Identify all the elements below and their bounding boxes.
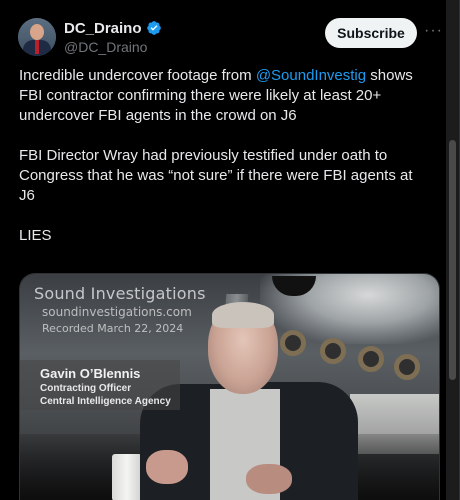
scrollbar-thumb[interactable] bbox=[449, 140, 456, 380]
tweet-paragraph-1: Incredible undercover footage from @Soun… bbox=[19, 66, 429, 126]
watermark-url: soundinvestigations.com bbox=[42, 305, 192, 319]
author-display-name[interactable]: DC_Draino bbox=[64, 20, 142, 37]
wall-decor-ring bbox=[358, 346, 384, 372]
subject-name: Gavin O’Blennis bbox=[40, 366, 141, 381]
wall-decor-ring bbox=[280, 330, 306, 356]
subscribe-button[interactable]: Subscribe bbox=[325, 18, 417, 48]
mention-link[interactable]: @SoundInvestig bbox=[256, 67, 366, 84]
avatar-tie bbox=[35, 40, 39, 54]
wall-decor-ring bbox=[394, 354, 420, 380]
watermark-title: Sound Investigations bbox=[34, 284, 206, 303]
author-handle[interactable]: @DC_Draino bbox=[64, 39, 147, 55]
cup bbox=[112, 454, 142, 500]
person-hair bbox=[212, 302, 274, 328]
verified-badge-icon bbox=[146, 20, 162, 36]
person-hand-left bbox=[146, 450, 188, 484]
tweet-header: DC_Draino @DC_Draino Subscribe ··· bbox=[18, 16, 442, 60]
wall-decor-ring bbox=[320, 338, 346, 364]
tweet-paragraph-3: LIES bbox=[19, 227, 52, 244]
tweet-container: DC_Draino @DC_Draino Subscribe ··· Incre… bbox=[0, 0, 460, 500]
person-hand-right bbox=[246, 464, 292, 494]
subject-org: Central Intelligence Agency bbox=[40, 396, 171, 407]
video-media[interactable]: Sound Investigations soundinvestigations… bbox=[19, 273, 440, 500]
tweet-text-before-mention: Incredible undercover footage from bbox=[19, 67, 256, 84]
scrollbar[interactable] bbox=[446, 0, 459, 500]
tweet-body: Incredible undercover footage from @Soun… bbox=[19, 66, 429, 266]
more-options-icon[interactable]: ··· bbox=[424, 23, 442, 42]
watermark-date: Recorded March 22, 2024 bbox=[42, 322, 184, 335]
avatar-head bbox=[30, 24, 44, 40]
subject-role: Contracting Officer bbox=[40, 383, 132, 394]
tweet-paragraph-2: FBI Director Wray had previously testifi… bbox=[19, 147, 413, 204]
author-avatar[interactable] bbox=[18, 18, 56, 56]
author-name-row[interactable]: DC_Draino bbox=[64, 19, 162, 37]
